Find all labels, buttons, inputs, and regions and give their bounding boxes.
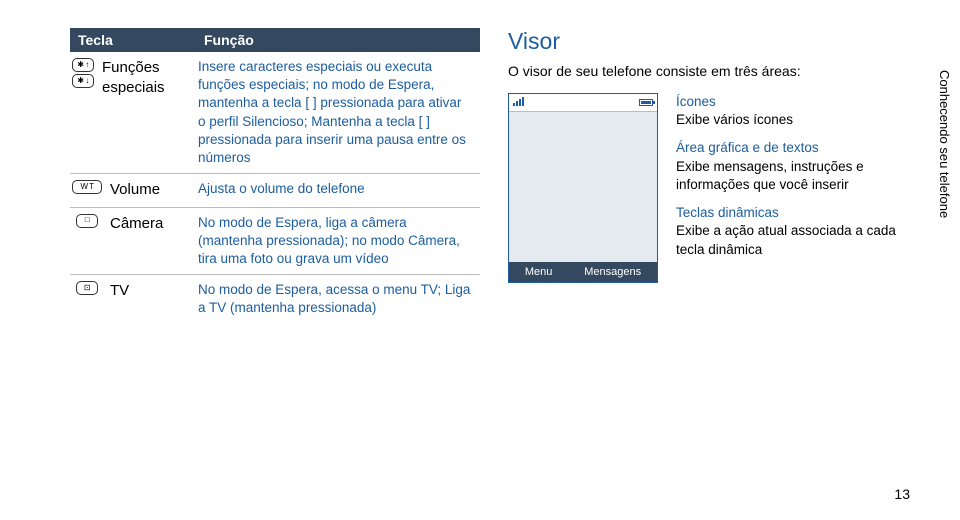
table-row: W T Volume Ajusta o volume do telefone xyxy=(70,174,480,207)
key-desc: No modo de Espera, acessa o menu TV; Lig… xyxy=(196,275,480,324)
table-row: ⊡ TV No modo de Espera, acessa o menu TV… xyxy=(70,275,480,324)
key-desc: Ajusta o volume do telefone xyxy=(196,174,480,207)
legend-head: Teclas dinâmicas xyxy=(676,204,910,222)
legend-desc: Exibe a ação atual associada a cada tecl… xyxy=(676,222,910,258)
softkey-right: Mensagens xyxy=(584,266,641,278)
graphic-area xyxy=(509,112,657,262)
table-row: ✱ ↑ ✱ ↓ Funções especiais Insere caracte… xyxy=(70,52,480,174)
key-label: Funções especiais xyxy=(102,58,188,99)
key-icon: W T xyxy=(72,180,102,194)
key-icon: □ xyxy=(76,214,98,228)
legend-head: Ícones xyxy=(676,93,910,111)
legend-head: Área gráfica e de textos xyxy=(676,139,910,157)
table-row: □ Câmera No modo de Espera, liga a câmer… xyxy=(70,207,480,275)
th-key: Tecla xyxy=(70,28,196,52)
key-icon: ✱ ↑ xyxy=(72,58,94,72)
keys-table: Tecla Função ✱ ↑ ✱ ↓ Funções especiais I… xyxy=(70,28,480,324)
section-title: Visor xyxy=(508,28,910,55)
page-number: 13 xyxy=(894,486,910,502)
phone-screen-illustration: Menu Mensagens xyxy=(508,93,658,283)
th-func: Função xyxy=(196,28,480,52)
legend-desc: Exibe mensagens, instruções e informaçõe… xyxy=(676,158,910,194)
key-label: Volume xyxy=(110,180,160,200)
key-icon: ✱ ↓ xyxy=(72,74,94,88)
side-tab: Conhecendo seu telefone xyxy=(937,70,952,218)
key-label: Câmera xyxy=(110,214,163,234)
key-desc: Insere caracteres especiais ou executa f… xyxy=(196,52,480,174)
section-intro: O visor de seu telefone consiste em três… xyxy=(508,63,910,79)
key-icon: ⊡ xyxy=(76,281,98,295)
legend-desc: Exibe vários ícones xyxy=(676,111,910,129)
key-label: TV xyxy=(110,281,129,301)
signal-icon xyxy=(513,97,527,108)
softkey-left: Menu xyxy=(525,266,553,278)
battery-icon xyxy=(639,99,653,106)
legend: Ícones Exibe vários ícones Área gráfica … xyxy=(676,93,910,283)
key-desc: No modo de Espera, liga a câmera (manten… xyxy=(196,207,480,275)
